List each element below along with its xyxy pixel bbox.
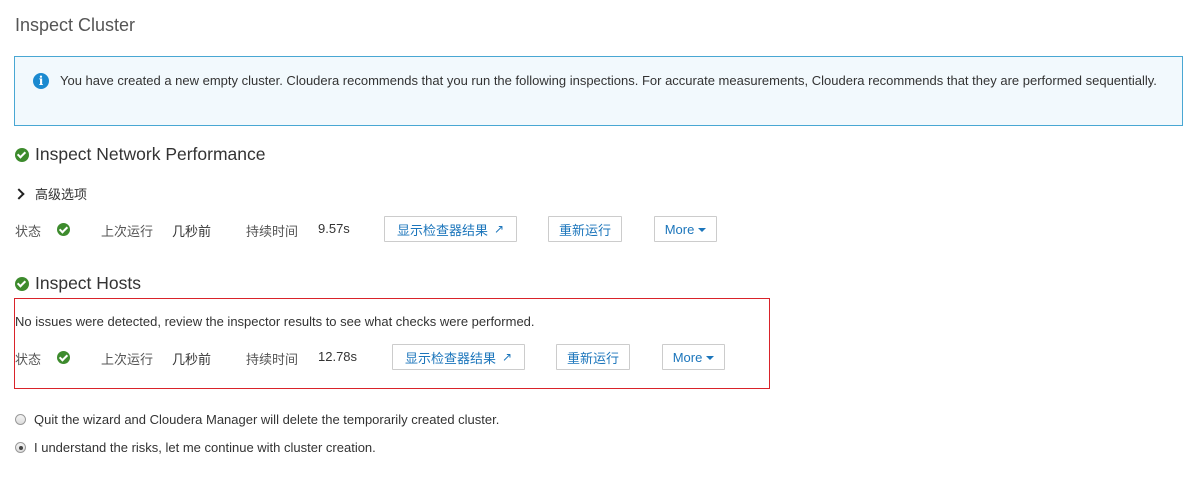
- external-link-icon: ↗: [501, 350, 513, 364]
- network-status-label: 状态: [15, 224, 42, 239]
- option-quit-wizard-label: Quit the wizard and Cloudera Manager wil…: [34, 412, 500, 427]
- hosts-status-label: 状态: [15, 352, 42, 367]
- network-last-run-label: 上次运行: [101, 224, 154, 239]
- chevron-right-icon: [13, 187, 25, 200]
- hosts-duration-label: 持续时间: [246, 352, 299, 367]
- hosts-rerun-button[interactable]: 重新运行: [556, 344, 630, 370]
- network-heading-label: Inspect Network Performance: [35, 144, 266, 164]
- external-link-icon: ↗: [493, 222, 505, 236]
- hosts-show-results-label: 显示检查器结果: [404, 350, 496, 366]
- network-more-label: More: [664, 221, 695, 237]
- check-circle-icon: [15, 276, 29, 291]
- network-rerun-button[interactable]: 重新运行: [548, 216, 622, 242]
- hosts-last-run-value: 几秒前: [172, 352, 212, 367]
- hosts-heading-label: Inspect Hosts: [35, 273, 142, 293]
- radio-quit-wizard[interactable]: [15, 414, 26, 425]
- hosts-status-ok-icon: [57, 351, 70, 364]
- hosts-last-run-label: 上次运行: [101, 352, 154, 367]
- advanced-options-label: 高级选项: [35, 187, 88, 202]
- network-last-run-value: 几秒前: [172, 224, 212, 239]
- network-show-results-button[interactable]: 显示检查器结果 ↗: [384, 216, 517, 242]
- advanced-options-toggle[interactable]: 高级选项: [13, 184, 88, 203]
- network-more-dropdown[interactable]: More: [654, 216, 717, 242]
- hosts-show-results-button[interactable]: 显示检查器结果 ↗: [392, 344, 525, 370]
- info-alert-text: You have created a new empty cluster. Cl…: [60, 73, 1157, 88]
- check-circle-icon: [15, 147, 29, 162]
- hosts-more-dropdown[interactable]: More: [662, 344, 725, 370]
- page-title: Inspect Cluster: [15, 15, 136, 35]
- option-continue[interactable]: I understand the risks, let me continue …: [15, 440, 376, 455]
- info-alert: i You have created a new empty cluster. …: [14, 56, 1183, 126]
- network-duration-label: 持续时间: [246, 224, 299, 239]
- network-show-results-label: 显示检查器结果: [396, 222, 488, 238]
- info-icon: i: [33, 73, 49, 89]
- caret-down-icon: [706, 356, 715, 360]
- hosts-more-label: More: [672, 349, 703, 365]
- hosts-result-message: No issues were detected, review the insp…: [15, 314, 535, 329]
- option-quit-wizard[interactable]: Quit the wizard and Cloudera Manager wil…: [15, 412, 499, 427]
- network-status-ok-icon: [57, 223, 70, 236]
- network-heading: Inspect Network Performance: [15, 144, 266, 165]
- network-duration-value: 9.57s: [318, 221, 350, 236]
- caret-down-icon: [698, 228, 707, 232]
- option-continue-label: I understand the risks, let me continue …: [34, 440, 376, 455]
- hosts-duration-value: 12.78s: [318, 349, 358, 364]
- network-rerun-label: 重新运行: [558, 222, 611, 238]
- hosts-rerun-label: 重新运行: [566, 350, 619, 366]
- hosts-heading: Inspect Hosts: [15, 273, 141, 294]
- radio-continue[interactable]: [15, 442, 26, 453]
